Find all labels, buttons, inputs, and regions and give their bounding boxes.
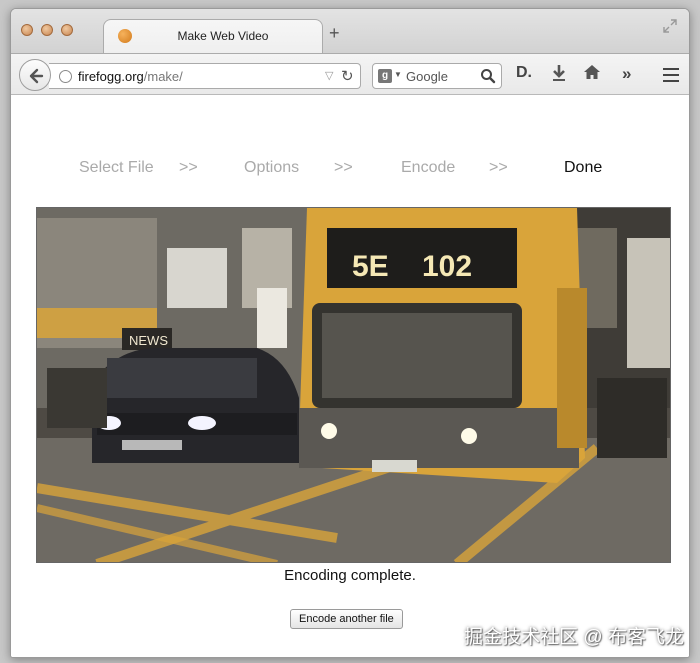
bus-route-number: 102 (422, 250, 472, 283)
home-icon[interactable] (583, 64, 601, 85)
search-icon[interactable] (480, 68, 496, 84)
step-separator: >> (334, 159, 353, 176)
back-arrow-icon (29, 68, 44, 84)
tab-make-web-video[interactable]: Make Web Video (103, 19, 323, 53)
page-content: Select File >> Options >> Encode >> Done (11, 95, 689, 657)
globe-icon (59, 70, 72, 83)
step-done: Done (564, 159, 603, 176)
search-bar[interactable]: g ▼ Google (372, 63, 502, 89)
menu-icon[interactable] (663, 68, 679, 86)
url-domain: firefogg.org (78, 69, 144, 84)
reload-icon[interactable]: ↻ (341, 67, 354, 85)
step-separator: >> (489, 159, 508, 176)
tab-strip: Make Web Video + (11, 9, 689, 53)
svg-text:NEWS: NEWS (129, 333, 168, 348)
step-options: Options (244, 159, 300, 176)
url-path: /make/ (143, 69, 183, 84)
minimize-window-button[interactable] (41, 24, 53, 36)
url-history-dropdown-icon[interactable]: ▽ (325, 69, 333, 82)
readability-button[interactable]: D. (516, 64, 532, 82)
watermark-text: 掘金技术社区 @ 布客飞龙 (464, 627, 684, 648)
url-bar[interactable]: firefogg.org/make/ ▽ ↻ (49, 63, 361, 89)
url-text[interactable]: firefogg.org/make/ (78, 69, 183, 84)
chevron-down-icon[interactable]: ▼ (394, 70, 402, 79)
close-window-button[interactable] (21, 24, 33, 36)
zoom-window-button[interactable] (61, 24, 73, 36)
download-icon[interactable] (551, 64, 567, 87)
back-button[interactable] (19, 59, 51, 91)
google-engine-icon[interactable]: g (378, 69, 392, 83)
overflow-chevron-icon[interactable]: » (622, 64, 631, 84)
fullscreen-icon[interactable] (663, 19, 677, 33)
search-placeholder: Google (406, 69, 448, 84)
browser-window: Make Web Video + firefogg.org/make/ ▽ ↻ … (10, 8, 690, 658)
video-player[interactable]: NEWS 5E 102 (36, 207, 671, 563)
step-encode: Encode (401, 159, 456, 176)
new-tab-button[interactable]: + (329, 23, 340, 44)
bus-destination-text: 5E (352, 250, 389, 283)
encoding-status: Encoding complete. (284, 567, 416, 584)
tab-title: Make Web Video (177, 29, 269, 43)
firefogg-favicon-icon (118, 29, 132, 43)
step-separator: >> (179, 159, 198, 176)
navigation-bar: firefogg.org/make/ ▽ ↻ g ▼ Google D. » (11, 53, 689, 95)
step-select-file: Select File (79, 159, 154, 176)
encode-another-file-button[interactable]: Encode another file (290, 609, 403, 629)
video-frame-bus-street-scene: NEWS 5E 102 (37, 208, 670, 562)
